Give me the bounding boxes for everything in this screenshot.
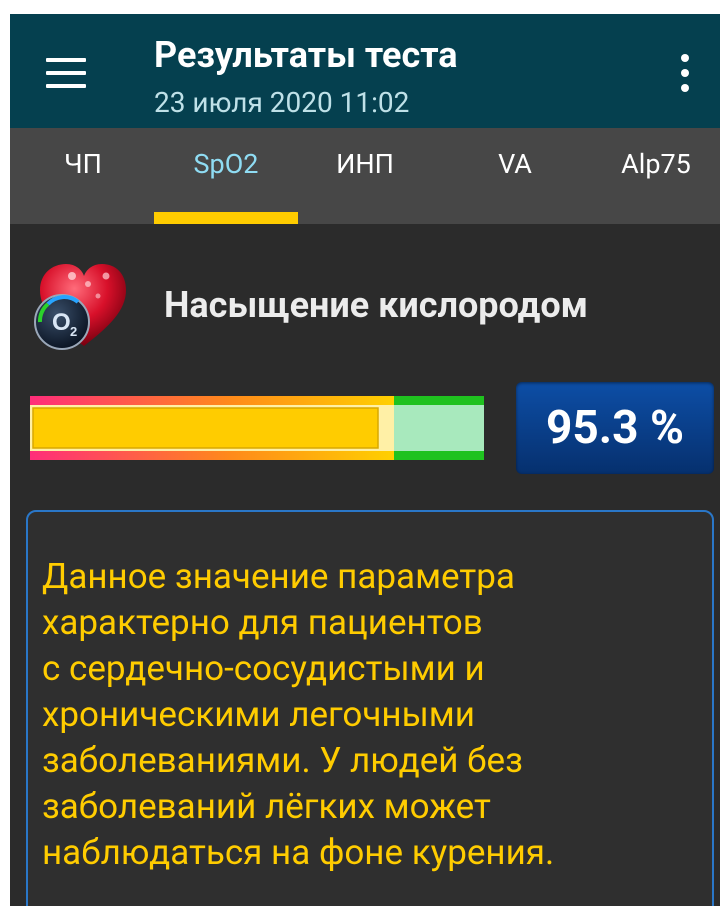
saturation-level-bar <box>30 396 484 460</box>
app-bar: Результаты теста 23 июля 2020 11:02 <box>10 14 720 128</box>
tab-va[interactable]: VA <box>475 148 555 180</box>
oxygen-heart-icon: O 2 <box>26 256 134 356</box>
active-tab-indicator <box>154 212 298 224</box>
page-title: Результаты теста <box>154 34 458 76</box>
hamburger-menu-icon[interactable] <box>46 58 86 88</box>
saturation-value: 95.3 % <box>516 382 714 474</box>
tab-bar: ЧП SpO2 ИНП VA Alp75 <box>10 128 720 224</box>
tab-alp75[interactable]: Alp75 <box>606 148 706 180</box>
app-screen: Результаты теста 23 июля 2020 11:02 ЧП S… <box>10 14 720 906</box>
tab-spo2[interactable]: SpO2 <box>154 148 298 180</box>
svg-text:2: 2 <box>70 324 77 339</box>
parameter-heading: Насыщение кислородом <box>164 284 588 326</box>
svg-text:O: O <box>52 309 71 336</box>
tab-inp[interactable]: ИНП <box>320 148 410 180</box>
test-datetime: 23 июля 2020 11:02 <box>154 86 410 119</box>
description-text: Данное значение параметра характерно для… <box>42 556 555 873</box>
more-vertical-icon[interactable] <box>680 54 690 94</box>
bar-fill <box>32 407 379 449</box>
tab-chp[interactable]: ЧП <box>48 148 118 180</box>
